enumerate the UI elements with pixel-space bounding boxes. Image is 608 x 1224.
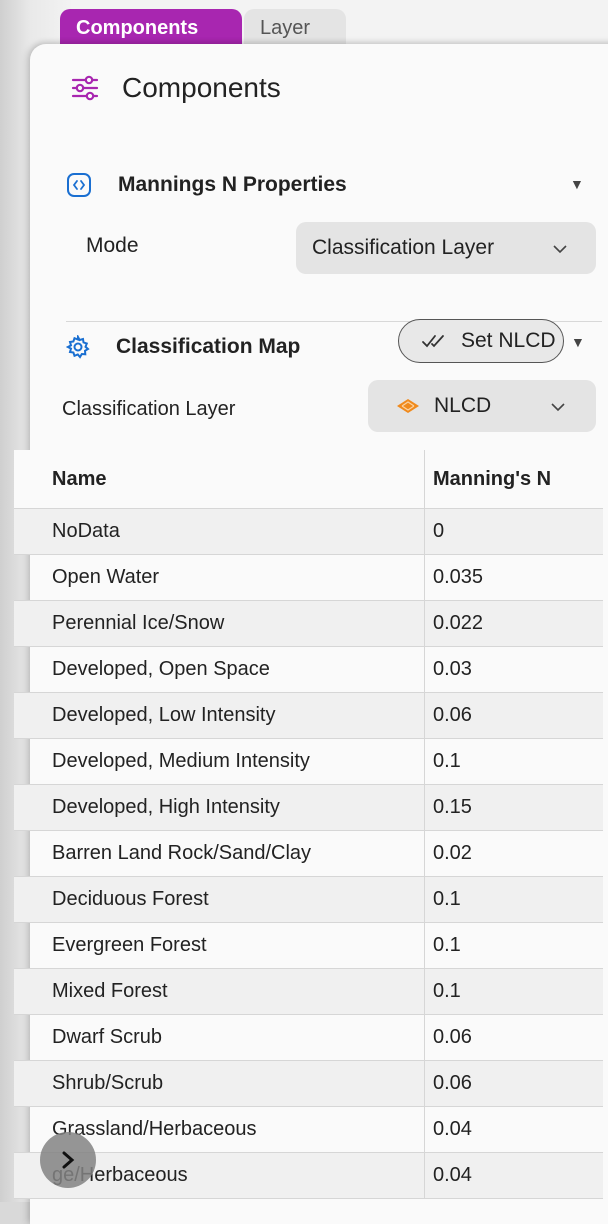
cell-mannings-n[interactable]: 0.03 [424, 646, 603, 693]
cell-name[interactable]: Developed, Low Intensity [14, 692, 425, 739]
table-row[interactable]: Deciduous Forest 0.1 [14, 876, 603, 923]
classification-layer-label: Classification Layer [62, 398, 236, 420]
sliders-icon [71, 75, 99, 101]
expand-button[interactable] [40, 1132, 96, 1188]
cell-name[interactable]: Shrub/Scrub [14, 1060, 425, 1107]
mannings-table: Name Manning's N NoData 0 Open Water 0.035 P… [14, 450, 603, 1199]
table-row[interactable]: Grassland/Herbaceous 0.04 [14, 1106, 603, 1153]
chevron-right-icon [62, 1151, 75, 1169]
panel-title: Components [122, 72, 281, 103]
chevron-down-icon [553, 245, 567, 254]
table-row[interactable]: Developed, High Intensity 0.15 [14, 784, 603, 831]
tab-layer[interactable]: Layer [244, 9, 346, 49]
column-header-mannings-n[interactable]: Manning's N [424, 450, 603, 509]
cell-mannings-n[interactable]: 0.1 [424, 738, 603, 785]
table-row[interactable]: Developed, Medium Intensity 0.1 [14, 738, 603, 785]
cell-mannings-n[interactable]: 0.022 [424, 600, 603, 647]
cell-mannings-n[interactable]: 0.1 [424, 968, 603, 1015]
table-header-row: Name Manning's N [14, 450, 603, 509]
table-row[interactable]: Developed, Open Space 0.03 [14, 646, 603, 693]
cell-name[interactable]: NoData [14, 508, 425, 555]
cell-mannings-n[interactable]: 0.1 [424, 876, 603, 923]
classification-section-title: Classification Map [116, 335, 301, 358]
cell-name[interactable]: Developed, Open Space [14, 646, 425, 693]
gear-icon [66, 335, 90, 359]
cell-name[interactable]: Dwarf Scrub [14, 1014, 425, 1061]
cell-mannings-n[interactable]: 0.04 [424, 1106, 603, 1153]
cell-name[interactable]: Mixed Forest [14, 968, 425, 1015]
cell-name[interactable]: Deciduous Forest [14, 876, 425, 923]
classification-collapse-caret[interactable]: ▼ [571, 334, 585, 350]
cell-mannings-n[interactable]: 0.035 [424, 554, 603, 601]
cell-mannings-n[interactable]: 0.04 [424, 1152, 603, 1199]
cell-name[interactable]: Open Water [14, 554, 425, 601]
cell-name[interactable]: Perennial Ice/Snow [14, 600, 425, 647]
cell-mannings-n[interactable]: 0.06 [424, 692, 603, 739]
mode-select[interactable]: Classification Layer [296, 222, 596, 274]
table-row[interactable]: Perennial Ice/Snow 0.022 [14, 600, 603, 647]
double-check-icon [422, 335, 444, 348]
column-header-name[interactable]: Name [14, 450, 425, 509]
cell-name[interactable]: Developed, Medium Intensity [14, 738, 425, 785]
cell-mannings-n[interactable]: 0.06 [424, 1014, 603, 1061]
layers-diamond-icon [397, 399, 419, 413]
cell-mannings-n[interactable]: 0.15 [424, 784, 603, 831]
table-row[interactable]: NoData 0 [14, 508, 603, 555]
table-row[interactable]: Mixed Forest 0.1 [14, 968, 603, 1015]
table-row[interactable]: Barren Land Rock/Sand/Clay 0.02 [14, 830, 603, 877]
mannings-section-header[interactable]: Mannings N Properties [66, 170, 606, 200]
classification-layer-value: NLCD [434, 394, 492, 417]
table-row[interactable]: ge/Herbaceous 0.04 [14, 1152, 603, 1199]
mannings-collapse-caret[interactable]: ▼ [570, 176, 584, 192]
code-brackets-icon [67, 173, 91, 197]
classification-section-header[interactable]: Classification Map [66, 332, 300, 362]
tab-components[interactable]: Components [60, 9, 242, 49]
cell-mannings-n[interactable]: 0.02 [424, 830, 603, 877]
chevron-down-icon [551, 403, 565, 412]
cell-mannings-n[interactable]: 0.06 [424, 1060, 603, 1107]
cell-name[interactable]: Developed, High Intensity [14, 784, 425, 831]
classification-layer-select[interactable]: NLCD [368, 380, 596, 432]
table-row[interactable]: Shrub/Scrub 0.06 [14, 1060, 603, 1107]
table-row[interactable]: Open Water 0.035 [14, 554, 603, 601]
cell-mannings-n[interactable]: 0 [424, 508, 603, 555]
set-nlcd-button[interactable]: Set NLCD [398, 319, 564, 363]
table-row[interactable]: Dwarf Scrub 0.06 [14, 1014, 603, 1061]
mannings-section-title: Mannings N Properties [118, 173, 347, 196]
mode-label: Mode [86, 234, 139, 257]
table-row[interactable]: Evergreen Forest 0.1 [14, 922, 603, 969]
cell-name[interactable]: Barren Land Rock/Sand/Clay [14, 830, 425, 877]
table-row[interactable]: Developed, Low Intensity 0.06 [14, 692, 603, 739]
tab-bar: Components Layer [60, 9, 346, 49]
panel-header: Components [70, 72, 281, 104]
set-nlcd-label: Set NLCD [461, 329, 556, 352]
cell-mannings-n[interactable]: 0.1 [424, 922, 603, 969]
mode-select-value: Classification Layer [312, 236, 495, 259]
cell-name[interactable]: Evergreen Forest [14, 922, 425, 969]
